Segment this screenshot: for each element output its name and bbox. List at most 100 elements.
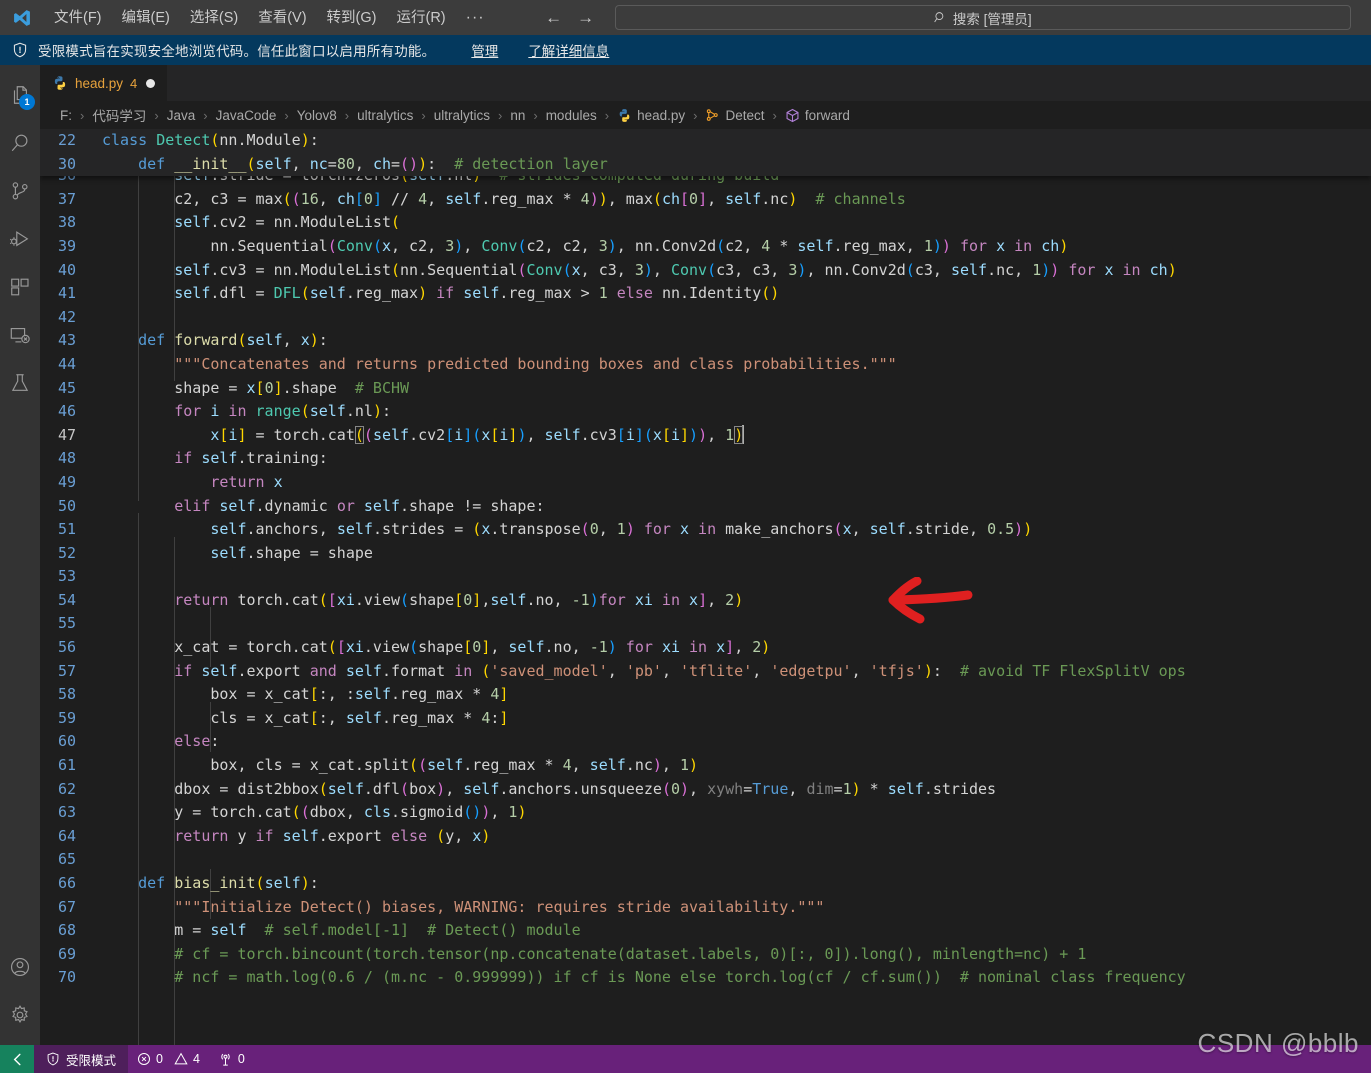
breadcrumb-item-4[interactable]: Yolov8 xyxy=(295,108,339,123)
menu-selection[interactable]: 选择(S) xyxy=(180,5,248,31)
line-text: else: xyxy=(174,732,220,751)
line-number: 51 xyxy=(57,520,76,539)
line-text: cls = x_cat[:, self.reg_max * 4:] xyxy=(102,708,509,727)
code-editor[interactable]: 34 self.reg_max = 16 # DFL channels (ch[… xyxy=(40,129,1371,1045)
method-symbol-icon xyxy=(785,108,800,123)
line-number: 52 xyxy=(57,543,76,562)
code-line: 48 if self.training: xyxy=(40,447,1371,471)
line-number: 45 xyxy=(57,378,76,397)
line-number: 46 xyxy=(57,402,76,421)
line-number: 60 xyxy=(57,732,76,751)
status-restricted-mode[interactable]: 受限模式 xyxy=(34,1045,129,1073)
activity-search[interactable] xyxy=(0,119,40,167)
activity-source-control[interactable] xyxy=(0,167,40,215)
breadcrumb-item-method[interactable]: forward xyxy=(783,108,852,123)
line-number: 66 xyxy=(57,874,76,892)
breadcrumb-item-7[interactable]: nn xyxy=(508,108,527,123)
breadcrumb-item-drive[interactable]: F: xyxy=(58,108,74,123)
menu-file[interactable]: 文件(F) xyxy=(44,5,112,31)
banner-learn-more-link[interactable]: 了解详细信息 xyxy=(528,40,609,60)
code-line: 37 c2, c3 = max((16, ch[0] // 4, self.re… xyxy=(40,188,1371,212)
tab-dirty-indicator[interactable] xyxy=(146,78,156,88)
activity-manage-settings[interactable] xyxy=(0,991,40,1039)
code-line: 44 """Concatenates and returns predicted… xyxy=(40,353,1371,377)
line-text: return y if self.export else (y, x) xyxy=(174,826,491,845)
menu-view[interactable]: 查看(V) xyxy=(248,5,316,31)
class-symbol-icon xyxy=(705,108,720,123)
line-text: if self.export and self.format in ('save… xyxy=(174,661,1186,680)
line-text: """Initialize Detect() biases, WARNING: … xyxy=(174,897,825,916)
tab-bar: head.py 4 xyxy=(40,65,1371,101)
breadcrumb-item-8[interactable]: modules xyxy=(544,108,599,123)
activity-accounts[interactable] xyxy=(0,943,40,991)
line-text: x_cat = torch.cat([xi.view(shape[0], sel… xyxy=(102,638,771,657)
line-number: 22 xyxy=(57,131,76,149)
menu-edit[interactable]: 编辑(E) xyxy=(112,5,180,31)
status-ports[interactable]: 0 xyxy=(209,1045,254,1073)
breadcrumb-item-1[interactable]: 代码学习 xyxy=(90,105,148,125)
code-line: 54 return torch.cat([xi.view(shape[0],se… xyxy=(40,589,1371,613)
breadcrumb-item-class[interactable]: Detect xyxy=(703,108,766,123)
activity-extensions[interactable] xyxy=(0,263,40,311)
breadcrumb-item-6[interactable]: ultralytics xyxy=(432,108,492,123)
breadcrumb-separator: › xyxy=(344,107,350,123)
code-line: 66 def bias_init(self): xyxy=(40,872,1371,896)
line-text: elif self.dynamic or self.shape != shape… xyxy=(174,496,545,515)
menu-go[interactable]: 转到(G) xyxy=(317,5,387,31)
breadcrumb-separator: › xyxy=(154,107,159,123)
sticky-scroll-header[interactable]: 22 class Detect(nn.Module): 30 def __ini… xyxy=(40,129,1371,177)
editor-scrollbar[interactable] xyxy=(1357,129,1371,1045)
activity-remote-explorer[interactable] xyxy=(0,311,40,359)
line-number: 62 xyxy=(57,779,76,798)
line-text: self.shape = shape xyxy=(210,543,373,562)
warning-icon xyxy=(174,1052,188,1067)
line-number: 48 xyxy=(57,449,76,468)
line-text: self.cv3 = nn.ModuleList(nn.Sequential(C… xyxy=(174,260,1177,279)
activity-run-and-debug[interactable] xyxy=(0,215,40,263)
breadcrumb-separator: › xyxy=(693,107,698,123)
sticky-line-class[interactable]: 22 class Detect(nn.Module): xyxy=(40,129,1371,153)
breadcrumb-item-2[interactable]: Java xyxy=(165,108,198,123)
activity-bar: 1 xyxy=(0,65,40,1045)
line-number: 49 xyxy=(57,472,76,491)
search-input[interactable]: 搜索 [管理员] xyxy=(614,5,1351,30)
code-line: 58 box = x_cat[:, :self.reg_max * 4] xyxy=(40,683,1371,707)
warning-count: 4 xyxy=(192,1052,200,1066)
code-line: 67 """Initialize Detect() biases, WARNIN… xyxy=(40,896,1371,920)
code-content[interactable]: 34 self.reg_max = 16 # DFL channels (ch[… xyxy=(40,129,1371,1045)
line-number: 30 xyxy=(57,154,76,173)
forward-arrow-icon[interactable]: → xyxy=(573,7,599,29)
activity-testing[interactable] xyxy=(0,359,40,407)
breadcrumb-separator: › xyxy=(604,107,610,123)
line-number: 57 xyxy=(57,661,76,680)
code-line: 68 m = self # self.model[-1] # Detect() … xyxy=(40,919,1371,943)
code-line: 46 for i in range(self.nl): xyxy=(40,400,1371,424)
menu-run[interactable]: 运行(R) xyxy=(386,5,455,31)
breadcrumb-item-5[interactable]: ultralytics xyxy=(355,108,415,123)
banner-manage-link[interactable]: 管理 xyxy=(471,40,498,60)
code-line: 55 xyxy=(40,612,1371,636)
menu-more-icon[interactable]: ··· xyxy=(456,8,495,28)
code-line: 51 self.anchors, self.strides = (x.trans… xyxy=(40,518,1371,542)
activity-explorer[interactable]: 1 xyxy=(0,71,40,119)
line-text: return torch.cat([xi.view(shape[0],self.… xyxy=(174,590,744,609)
line-number: 63 xyxy=(57,803,76,822)
remote-window-icon[interactable] xyxy=(0,1045,34,1073)
explorer-badge: 1 xyxy=(19,94,35,110)
python-file-icon xyxy=(617,108,632,123)
shield-icon xyxy=(12,42,28,58)
back-arrow-icon[interactable]: ← xyxy=(541,7,567,29)
code-line: 70 # ncf = math.log(0.6 / (m.nc - 0.9999… xyxy=(40,966,1371,990)
code-line: 49 return x xyxy=(40,471,1371,495)
code-line: 52 self.shape = shape xyxy=(40,542,1371,566)
title-bar: 文件(F) 编辑(E) 选择(S) 查看(V) 转到(G) 运行(R) ··· … xyxy=(0,0,1371,35)
breadcrumb-item-3[interactable]: JavaCode xyxy=(214,108,279,123)
code-line: 40 self.cv3 = nn.ModuleList(nn.Sequentia… xyxy=(40,259,1371,283)
line-text: def forward(self, x): xyxy=(138,331,328,350)
line-text: def bias_init(self): xyxy=(138,874,319,892)
breadcrumb-item-file[interactable]: head.py xyxy=(615,108,687,123)
command-center-wrap: 搜索 [管理员] xyxy=(599,5,1371,30)
sticky-line-method[interactable]: 30 def __init__(self, nc=80, ch=()): # d… xyxy=(40,152,1371,177)
status-problems[interactable]: 0 4 xyxy=(128,1045,209,1073)
tab-head-py[interactable]: head.py 4 xyxy=(40,65,169,101)
